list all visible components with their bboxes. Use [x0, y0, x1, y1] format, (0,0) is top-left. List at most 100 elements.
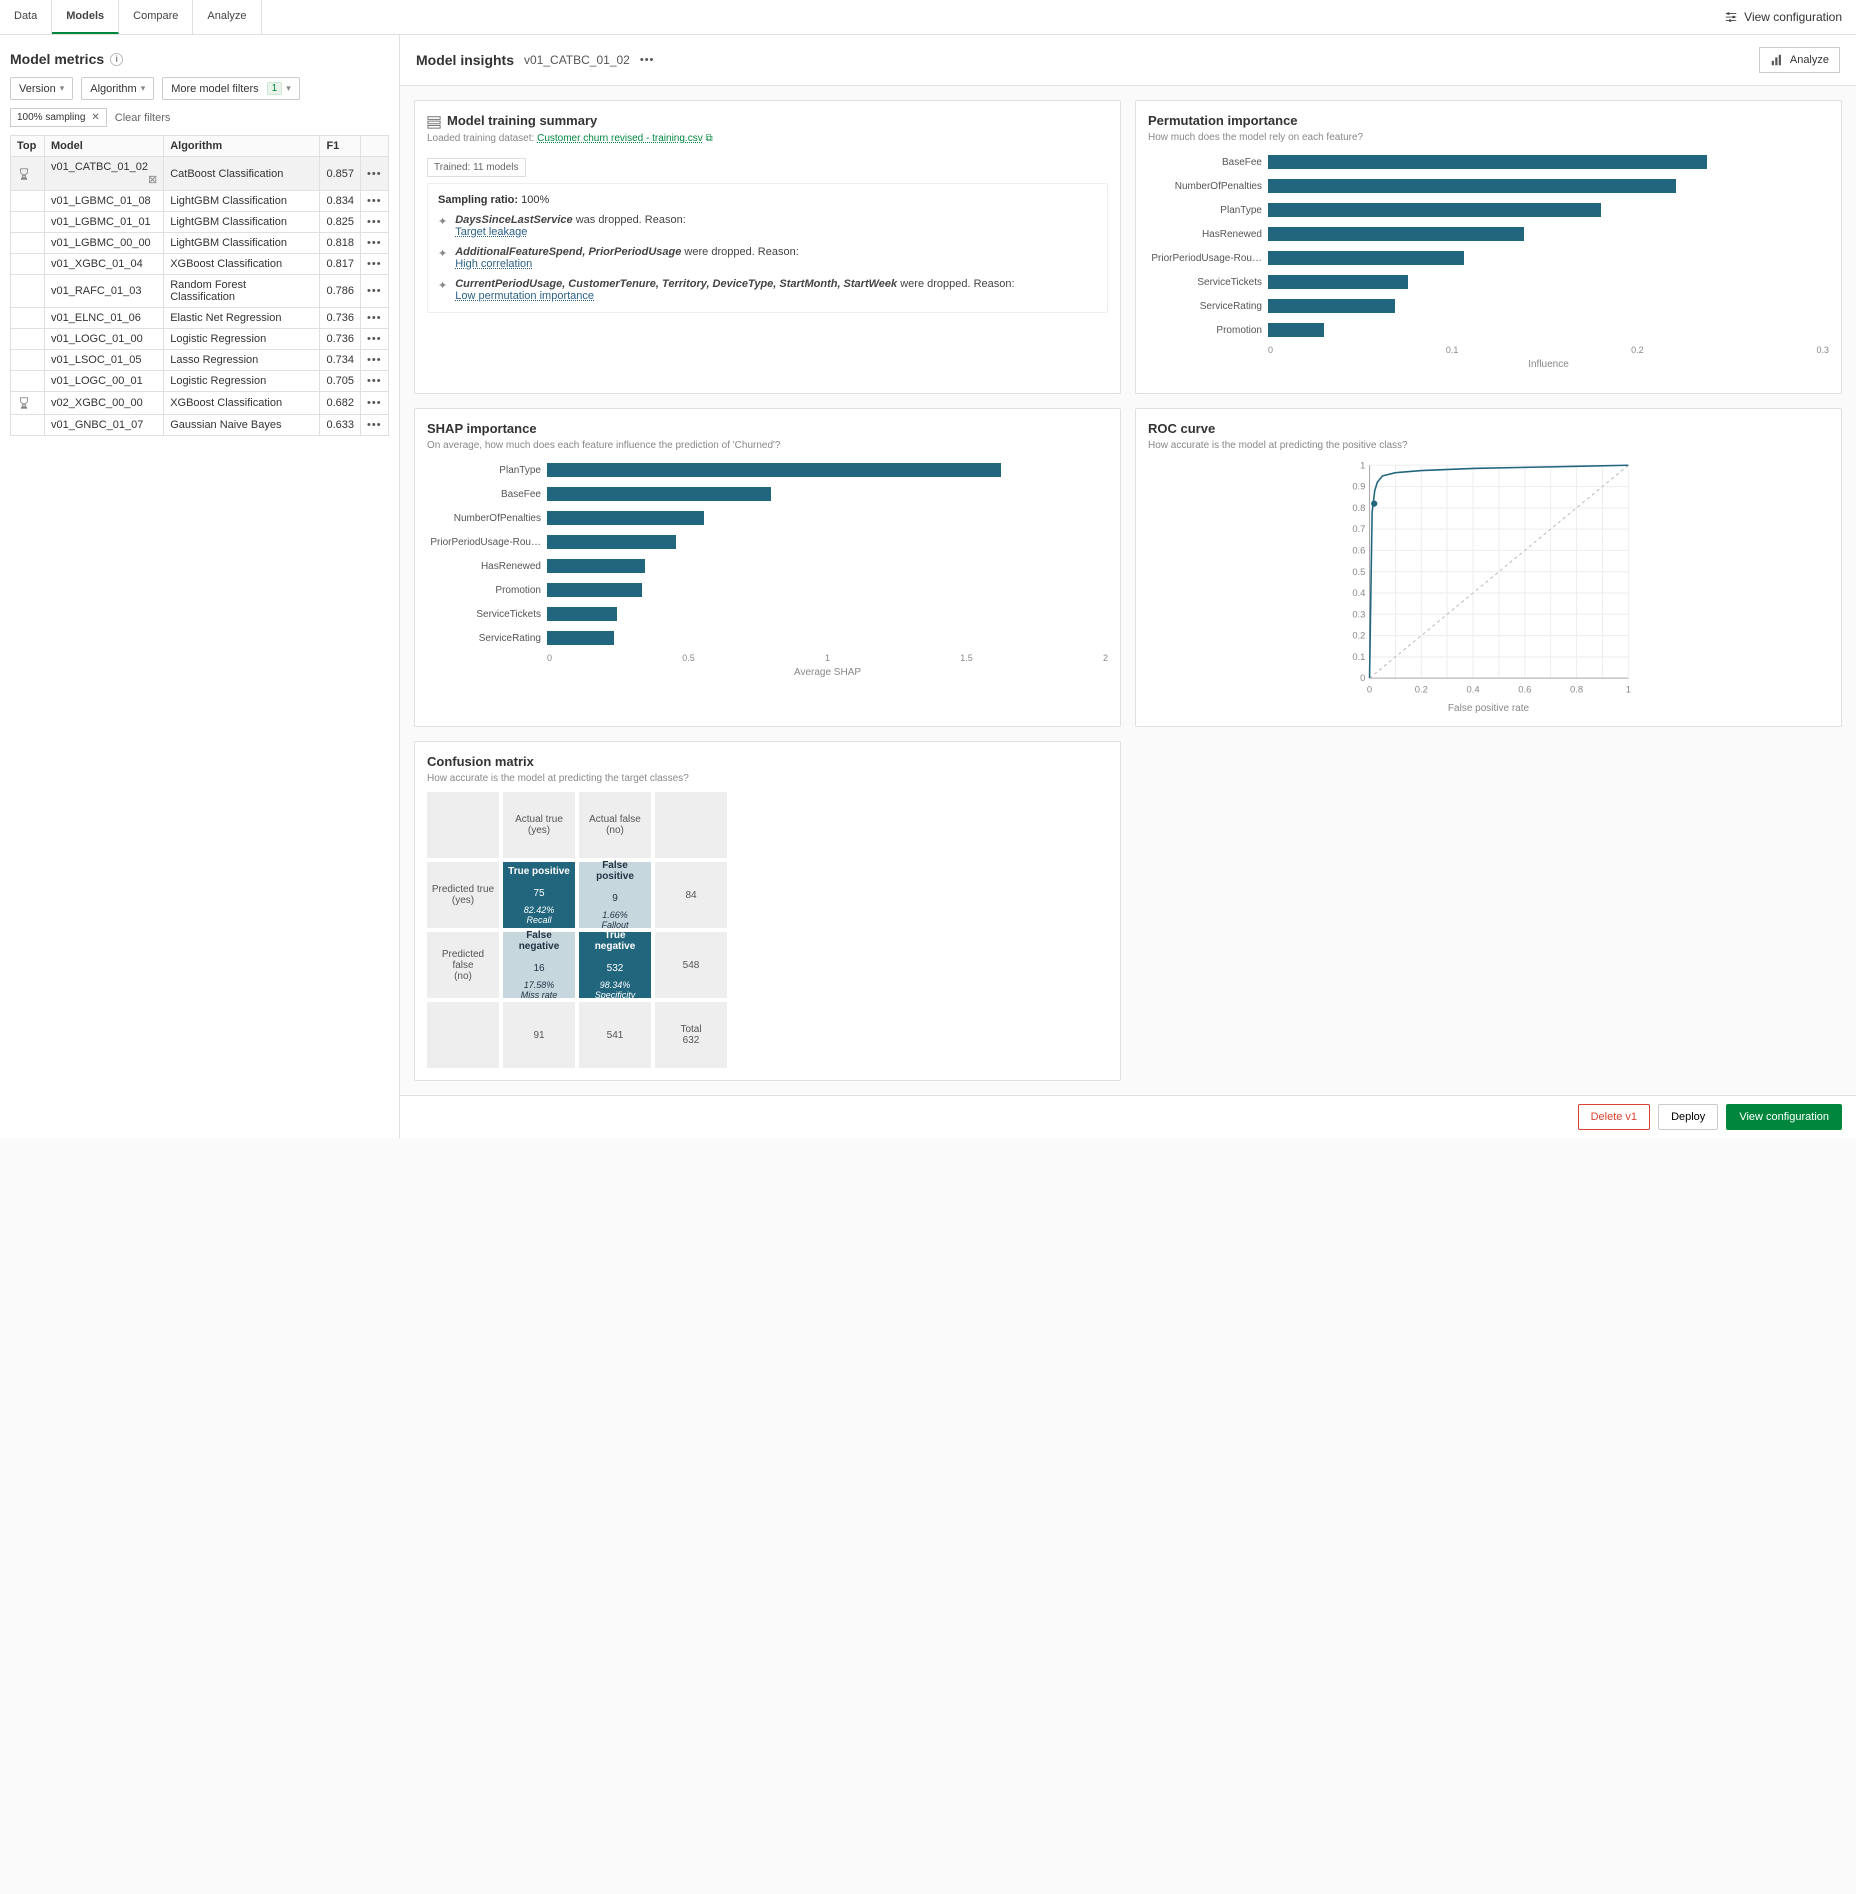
- table-row[interactable]: v02_XGBC_00_00XGBoost Classification0.68…: [11, 392, 389, 415]
- tab-analyze[interactable]: Analyze: [193, 0, 261, 34]
- close-icon[interactable]: ✕: [91, 112, 99, 123]
- col-algorithm[interactable]: Algorithm: [164, 136, 320, 157]
- row-more-icon[interactable]: •••: [367, 419, 382, 431]
- tab-models[interactable]: Models: [52, 0, 119, 34]
- top-cell: [11, 233, 45, 254]
- view-configuration-link[interactable]: View configuration: [1710, 0, 1856, 34]
- table-row[interactable]: v01_GNBC_01_07Gaussian Naive Bayes0.633•…: [11, 415, 389, 436]
- pin-icon[interactable]: ⊠: [148, 173, 157, 186]
- col-f1[interactable]: F1: [320, 136, 361, 157]
- cm-cell: [427, 1002, 499, 1068]
- svg-text:0.2: 0.2: [1352, 630, 1365, 641]
- row-more-icon[interactable]: •••: [367, 397, 382, 409]
- more-filters[interactable]: More model filters1▾: [162, 77, 300, 100]
- bar-fill: [547, 463, 1001, 477]
- table-row[interactable]: v01_LSOC_01_05Lasso Regression0.734•••: [11, 350, 389, 371]
- row-more-icon[interactable]: •••: [367, 354, 382, 366]
- algo-cell: Random Forest Classification: [164, 275, 320, 308]
- table-row[interactable]: v01_XGBC_01_04XGBoost Classification0.81…: [11, 254, 389, 275]
- bar-fill: [1268, 251, 1464, 265]
- top-cell: [11, 308, 45, 329]
- cm-cell: Predicted true(yes): [427, 862, 499, 928]
- algo-cell: LightGBM Classification: [164, 212, 320, 233]
- f1-cell: 0.633: [320, 415, 361, 436]
- bar-label: Promotion: [427, 585, 547, 596]
- deploy-button[interactable]: Deploy: [1658, 1104, 1718, 1130]
- chevron-down-icon: ▾: [60, 83, 65, 94]
- table-row[interactable]: v01_LGBMC_00_00LightGBM Classification0.…: [11, 233, 389, 254]
- model-cell: v01_LGBMC_00_00: [45, 233, 164, 254]
- model-insights-panel: Model insights v01_CATBC_01_02 ••• Analy…: [400, 35, 1856, 1138]
- bar-label: BaseFee: [1148, 157, 1268, 168]
- analyze-button[interactable]: Analyze: [1759, 47, 1840, 73]
- bar-label: HasRenewed: [1148, 229, 1268, 240]
- row-more-icon[interactable]: •••: [367, 216, 382, 228]
- sampling-chip[interactable]: 100% sampling✕: [10, 108, 107, 127]
- sparkle-icon: ✦: [438, 215, 447, 238]
- top-cell: [11, 350, 45, 371]
- table-row[interactable]: v01_ELNC_01_06Elastic Net Regression0.73…: [11, 308, 389, 329]
- cm-cell: 84: [655, 862, 727, 928]
- row-more-icon[interactable]: •••: [367, 375, 382, 387]
- tab-compare[interactable]: Compare: [119, 0, 193, 34]
- f1-cell: 0.857: [320, 157, 361, 191]
- info-icon[interactable]: i: [110, 53, 123, 66]
- model-cell: v01_LGBMC_01_08: [45, 191, 164, 212]
- model-cell: v01_RAFC_01_03: [45, 275, 164, 308]
- row-more-icon[interactable]: •••: [367, 312, 382, 324]
- bar-fill: [547, 535, 676, 549]
- model-metrics-header: Model metrics i: [10, 45, 389, 77]
- table-row[interactable]: v01_LOGC_01_00Logistic Regression0.736••…: [11, 329, 389, 350]
- version-filter[interactable]: Version▾: [10, 77, 73, 100]
- row-more-icon[interactable]: •••: [367, 333, 382, 345]
- svg-text:0.4: 0.4: [1467, 684, 1480, 695]
- svg-text:0.9: 0.9: [1352, 481, 1365, 492]
- algo-cell: Elastic Net Regression: [164, 308, 320, 329]
- delete-button[interactable]: Delete v1: [1578, 1104, 1650, 1130]
- reason-link[interactable]: Target leakage: [455, 226, 527, 238]
- model-cell: v01_ELNC_01_06: [45, 308, 164, 329]
- col-top[interactable]: Top: [11, 136, 45, 157]
- table-row[interactable]: v01_CATBC_01_02 ⊠CatBoost Classification…: [11, 157, 389, 191]
- table-row[interactable]: v01_LGBMC_01_08LightGBM Classification0.…: [11, 191, 389, 212]
- model-cell: v01_CATBC_01_02 ⊠: [45, 157, 164, 191]
- svg-text:0.1: 0.1: [1352, 651, 1365, 662]
- dataset-link[interactable]: Customer churn revised - training.csv: [537, 133, 703, 144]
- top-cell: [11, 371, 45, 392]
- roc-curve-card: ROC curve How accurate is the model at p…: [1135, 408, 1842, 727]
- table-row[interactable]: v01_RAFC_01_03Random Forest Classificati…: [11, 275, 389, 308]
- f1-cell: 0.818: [320, 233, 361, 254]
- clear-filters[interactable]: Clear filters: [115, 112, 171, 124]
- chevron-down-icon: ▾: [141, 83, 146, 94]
- row-more-icon[interactable]: •••: [367, 195, 382, 207]
- top-cell: [11, 254, 45, 275]
- row-more-icon[interactable]: •••: [367, 258, 382, 270]
- cm-cell: [655, 792, 727, 858]
- roc-chart: 00.20.40.60.8100.10.20.30.40.50.60.70.80…: [1148, 459, 1829, 699]
- row-more-icon[interactable]: •••: [367, 285, 382, 297]
- insights-model-name: v01_CATBC_01_02: [524, 53, 630, 67]
- more-icon[interactable]: •••: [640, 54, 655, 66]
- row-more-icon[interactable]: •••: [367, 168, 382, 180]
- algo-cell: Logistic Regression: [164, 371, 320, 392]
- bar-fill: [547, 559, 645, 573]
- reason-link[interactable]: Low permutation importance: [455, 290, 594, 302]
- f1-cell: 0.734: [320, 350, 361, 371]
- col-actions[interactable]: [361, 136, 389, 157]
- cm-cell: True negative53298.34%Specificity: [579, 932, 651, 998]
- cm-cell: False positive91.66%Fallout: [579, 862, 651, 928]
- external-link-icon[interactable]: ⧉: [706, 133, 713, 144]
- col-model[interactable]: Model: [45, 136, 164, 157]
- row-more-icon[interactable]: •••: [367, 237, 382, 249]
- table-row[interactable]: v01_LGBMC_01_01LightGBM Classification0.…: [11, 212, 389, 233]
- algorithm-filter[interactable]: Algorithm▾: [81, 77, 154, 100]
- tab-data[interactable]: Data: [0, 0, 52, 34]
- main-tabs: DataModelsCompareAnalyze: [0, 0, 262, 34]
- view-configuration-button[interactable]: View configuration: [1726, 1104, 1842, 1130]
- bar-fill: [1268, 155, 1707, 169]
- table-row[interactable]: v01_LOGC_00_01Logistic Regression0.705••…: [11, 371, 389, 392]
- algo-cell: Lasso Regression: [164, 350, 320, 371]
- bar-label: NumberOfPenalties: [427, 513, 547, 524]
- reason-link[interactable]: High correlation: [455, 258, 532, 270]
- bar-fill: [1268, 179, 1676, 193]
